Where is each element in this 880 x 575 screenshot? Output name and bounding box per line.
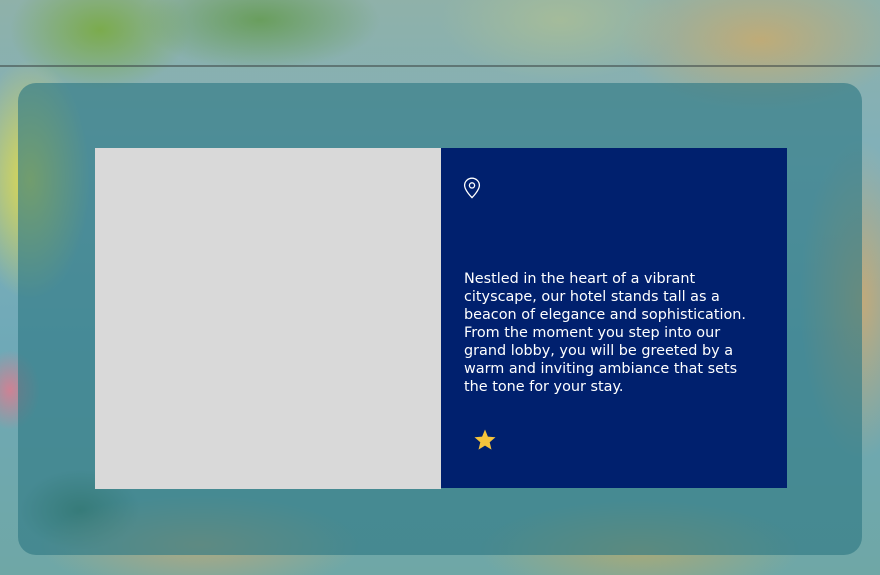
hotel-image-placeholder [95,148,441,489]
hotel-card: Nestled in the heart of a vibrant citysc… [95,148,787,489]
star-rating [473,428,497,452]
star-icon [474,429,496,450]
hotel-description: Nestled in the heart of a vibrant citysc… [464,271,746,395]
hotel-info-panel: Nestled in the heart of a vibrant citysc… [441,148,787,488]
map-pin-icon[interactable] [463,177,481,199]
background-divider [0,65,880,67]
